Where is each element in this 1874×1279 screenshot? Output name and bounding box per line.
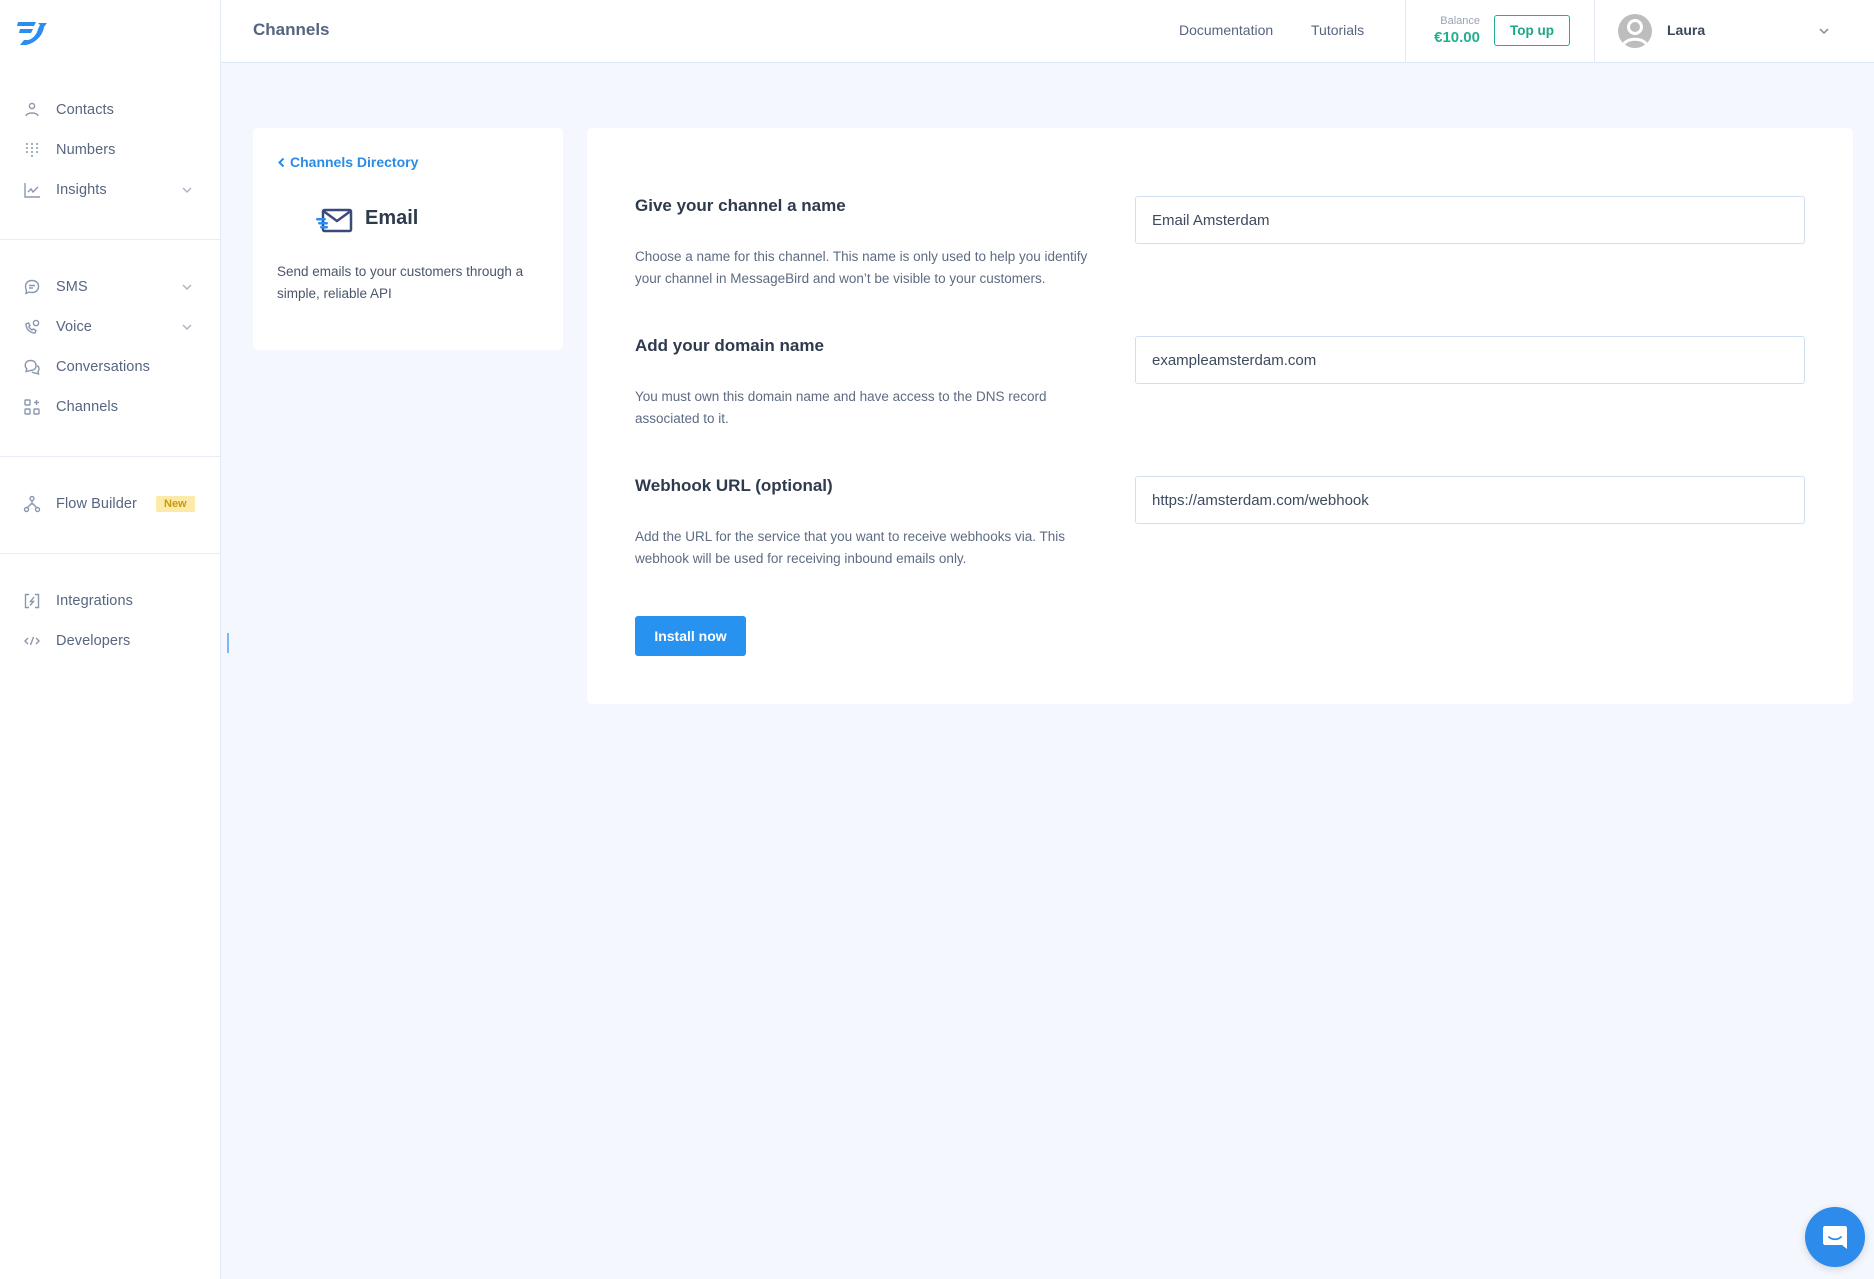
sidebar-item-developers[interactable]: Developers xyxy=(0,621,220,661)
webhook-url-help: Add the URL for the service that you wan… xyxy=(635,529,1065,566)
chat-icon xyxy=(1823,1226,1847,1249)
code-icon xyxy=(23,632,41,650)
sidebar-item-channels[interactable]: Channels xyxy=(0,387,220,427)
sidebar-item-numbers[interactable]: Numbers xyxy=(0,130,220,170)
email-icon xyxy=(316,208,353,233)
header-divider xyxy=(1405,0,1406,63)
person-icon xyxy=(23,101,41,119)
chevron-down-icon xyxy=(182,324,192,330)
conversations-icon xyxy=(23,358,41,376)
chevron-down-icon xyxy=(182,187,192,193)
sidebar-item-conversations[interactable]: Conversations xyxy=(0,347,220,387)
integrations-icon xyxy=(23,592,41,610)
domain-name-title: Add your domain name xyxy=(635,336,824,355)
sidebar-item-insights[interactable]: Insights xyxy=(0,170,220,210)
header-divider xyxy=(1594,0,1595,63)
sidebar-item-flow-builder[interactable]: Flow Builder New xyxy=(0,484,220,524)
install-now-button[interactable]: Install now xyxy=(635,616,746,656)
domain-name-input[interactable] xyxy=(1135,336,1805,384)
channel-setup-form: Give your channel a name Choose a name f… xyxy=(587,128,1853,704)
page-title: Channels xyxy=(253,20,330,39)
chevron-left-icon xyxy=(278,157,285,167)
support-chat-button[interactable] xyxy=(1805,1207,1865,1267)
balance-value: €10.00 xyxy=(1434,29,1480,46)
back-link-label: Channels Directory xyxy=(290,154,419,170)
sidebar-item-label: Conversations xyxy=(56,359,150,375)
sidebar-item-label: Voice xyxy=(56,319,92,335)
flow-icon xyxy=(23,495,41,513)
chat-bubble-icon xyxy=(23,278,41,296)
avatar[interactable] xyxy=(1618,14,1652,48)
channel-description: Send emails to your customers through a … xyxy=(277,264,524,301)
channels-directory-link[interactable]: Channels Directory xyxy=(277,154,418,170)
sidebar-item-label: SMS xyxy=(56,279,88,295)
sidebar-item-label: Contacts xyxy=(56,102,115,118)
channel-name-input[interactable] xyxy=(1135,196,1805,244)
sidebar-divider xyxy=(0,553,220,554)
sidebar-item-label: Channels xyxy=(56,399,119,415)
sidebar-item-label: Integrations xyxy=(56,593,133,609)
webhook-url-title: Webhook URL (optional) xyxy=(635,476,833,495)
documentation-link[interactable]: Documentation xyxy=(1179,22,1273,38)
sidebar-resize-handle[interactable] xyxy=(227,633,229,653)
sidebar-item-label: Insights xyxy=(56,182,107,198)
chevron-down-icon xyxy=(182,284,192,290)
sidebar-divider xyxy=(0,239,220,240)
sidebar-item-sms[interactable]: SMS xyxy=(0,267,220,307)
sidebar-item-voice[interactable]: Voice xyxy=(0,307,220,347)
webhook-url-input[interactable] xyxy=(1135,476,1805,524)
balance-label: Balance xyxy=(1440,15,1480,27)
phone-icon xyxy=(23,318,41,336)
sidebar-divider xyxy=(0,456,220,457)
sidebar-item-contacts[interactable]: Contacts xyxy=(0,90,220,130)
line-chart-icon xyxy=(23,181,41,199)
channels-grid-icon xyxy=(23,398,41,416)
domain-name-help: You must own this domain name and have a… xyxy=(635,389,1047,426)
messagebird-logo-icon[interactable] xyxy=(16,19,48,47)
channel-name: Email xyxy=(365,207,419,229)
top-up-button[interactable]: Top up xyxy=(1494,15,1570,46)
sidebar-item-label: Numbers xyxy=(56,142,116,158)
channel-name-help: Choose a name for this channel. This nam… xyxy=(635,249,1088,286)
sidebar: Contacts Numbers Insights SMS Voice Conv… xyxy=(0,0,221,1279)
channel-name-title: Give your channel a name xyxy=(635,196,846,215)
dialpad-icon xyxy=(23,141,41,159)
channel-info-card: Channels Directory Email Send emails to … xyxy=(253,128,563,350)
sidebar-item-integrations[interactable]: Integrations xyxy=(0,581,220,621)
top-header: Channels Documentation Tutorials Balance… xyxy=(221,0,1874,63)
sidebar-item-label: Developers xyxy=(56,633,131,649)
user-name[interactable]: Laura xyxy=(1667,22,1705,38)
tutorials-link[interactable]: Tutorials xyxy=(1311,22,1364,38)
chevron-down-icon[interactable] xyxy=(1818,25,1830,37)
user-silhouette-icon xyxy=(1621,19,1649,47)
new-badge: New xyxy=(156,496,195,512)
sidebar-item-label: Flow Builder xyxy=(56,496,137,512)
